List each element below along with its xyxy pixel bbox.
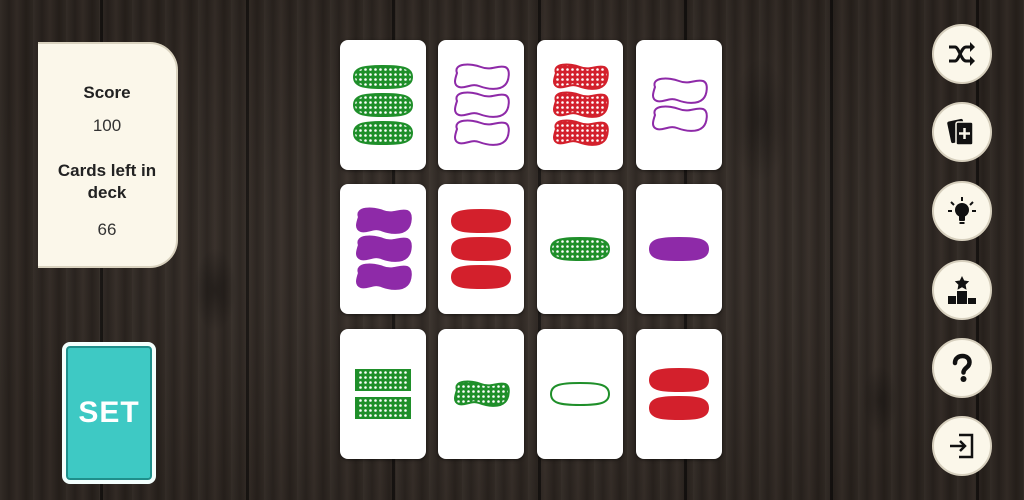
squiggle-symbol	[652, 105, 708, 132]
squiggle-symbol	[454, 63, 510, 90]
shuffle-icon	[949, 42, 975, 66]
score-panel: Score 100 Cards left in deck 66	[38, 42, 178, 268]
card-symbols	[355, 369, 411, 419]
squiggle-symbol	[356, 235, 412, 262]
squiggle-symbol	[553, 63, 609, 90]
help-icon	[952, 353, 972, 382]
card-symbols	[352, 64, 414, 146]
squiggle-symbol	[454, 119, 510, 146]
oval-symbol	[352, 120, 414, 146]
leaderboard-icon	[948, 276, 976, 304]
squiggle-symbol	[454, 91, 510, 118]
cards-left-value: 66	[97, 220, 117, 239]
oval-symbol	[648, 236, 710, 262]
add-cards-icon	[947, 118, 974, 146]
squiggle-symbol	[652, 77, 708, 104]
set-card[interactable]	[438, 184, 524, 314]
oval-symbol	[648, 395, 710, 421]
card-symbols	[450, 208, 512, 290]
score-value: 100	[92, 116, 122, 135]
oval-symbol	[450, 208, 512, 234]
oval-symbol	[549, 236, 611, 262]
card-symbols	[356, 207, 412, 290]
set-card[interactable]	[537, 40, 623, 170]
set-button[interactable]: SET	[62, 342, 156, 484]
oval-symbol	[648, 367, 710, 393]
rectangle-symbol	[355, 397, 411, 419]
set-card[interactable]	[340, 329, 426, 459]
oval-symbol	[450, 264, 512, 290]
card-symbols	[652, 77, 708, 132]
set-card[interactable]	[636, 184, 722, 314]
score-label: Score	[83, 83, 131, 102]
set-card[interactable]	[537, 329, 623, 459]
leaderboard-button[interactable]	[932, 260, 992, 320]
card-symbols	[553, 63, 609, 146]
set-card[interactable]	[636, 40, 722, 170]
set-card[interactable]	[438, 329, 524, 459]
squiggle-symbol	[553, 91, 609, 118]
squiggle-symbol	[356, 207, 412, 234]
card-symbols	[549, 236, 611, 262]
oval-symbol	[352, 64, 414, 90]
card-symbols	[648, 367, 710, 421]
card-symbols	[454, 63, 510, 146]
oval-symbol	[352, 92, 414, 118]
rectangle-symbol	[355, 369, 411, 391]
squiggle-symbol	[454, 380, 510, 407]
set-card[interactable]	[438, 40, 524, 170]
oval-symbol	[450, 236, 512, 262]
card-symbols	[454, 380, 510, 407]
set-card[interactable]	[636, 329, 722, 459]
set-button-label: SET	[78, 396, 140, 429]
hint-button[interactable]	[932, 181, 992, 241]
squiggle-symbol	[356, 263, 412, 290]
set-card[interactable]	[537, 184, 623, 314]
exit-icon	[950, 433, 974, 459]
add-cards-button[interactable]	[932, 102, 992, 162]
card-symbols	[648, 236, 710, 262]
help-button[interactable]	[932, 338, 992, 398]
cards-left-label: Cards left in deck	[57, 161, 157, 202]
squiggle-symbol	[553, 119, 609, 146]
oval-symbol	[549, 381, 611, 407]
set-card[interactable]	[340, 184, 426, 314]
hint-lightbulb-icon	[948, 197, 976, 224]
card-symbols	[549, 381, 611, 407]
shuffle-button[interactable]	[932, 24, 992, 84]
exit-button[interactable]	[932, 416, 992, 476]
set-card[interactable]	[340, 40, 426, 170]
